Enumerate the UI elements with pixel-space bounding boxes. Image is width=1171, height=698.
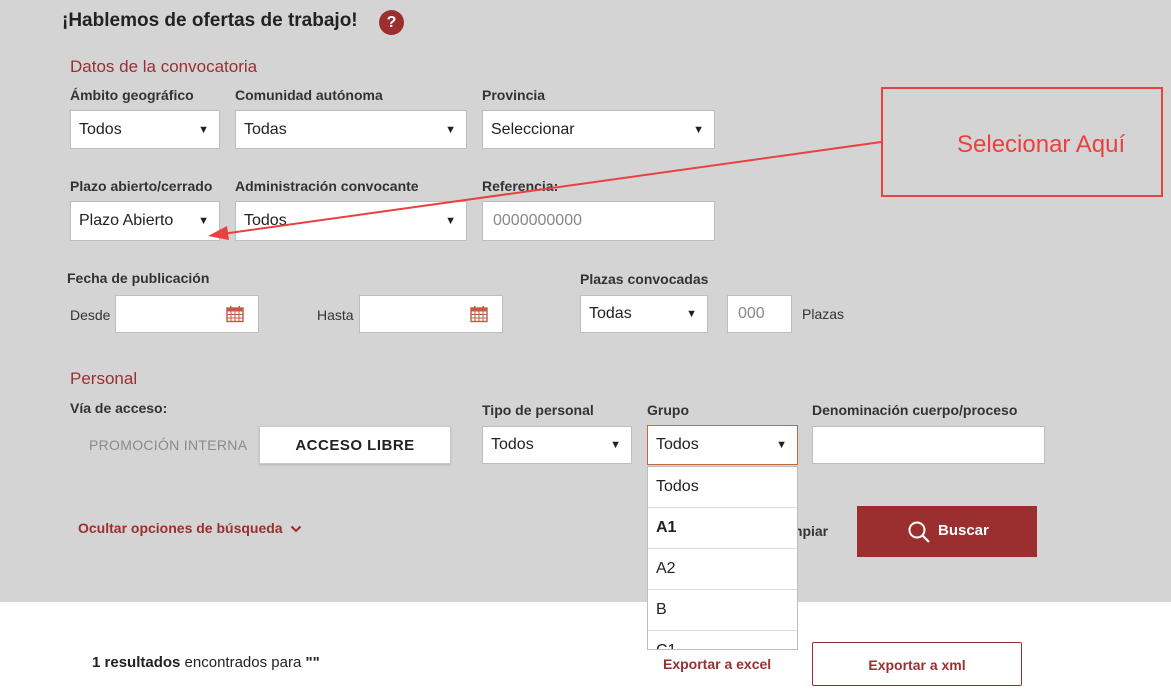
annotation-arrow [208, 141, 882, 240]
